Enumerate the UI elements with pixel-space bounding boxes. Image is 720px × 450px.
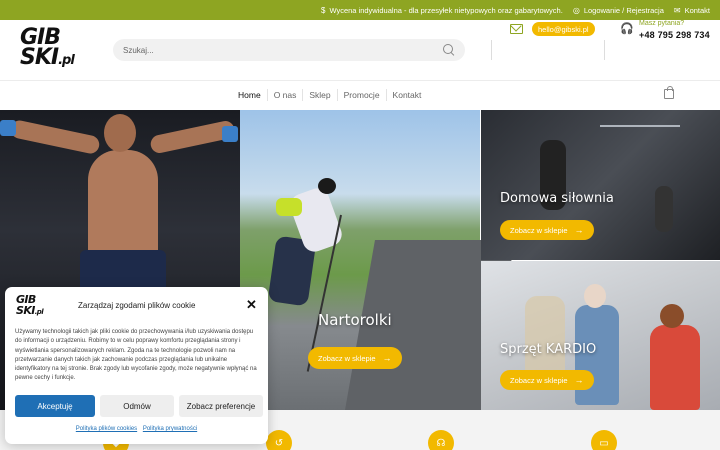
header: GIB SKI.pl <box>0 20 720 80</box>
arrow-right-icon: → <box>382 353 392 363</box>
cookie-links: Polityka plików cookies Polityka prywatn… <box>5 426 268 432</box>
skier-image <box>276 198 302 216</box>
search-bar <box>113 39 465 61</box>
logo-line-2: SKI.pl <box>20 45 90 71</box>
tile-title-kardio: Sprzęt KARDIO <box>500 342 597 357</box>
deny-button[interactable]: Odmów <box>100 395 174 417</box>
close-icon[interactable]: ✕ <box>246 298 257 311</box>
cookie-policy-link[interactable]: Polityka plików cookies <box>76 426 137 432</box>
cookie-logo: GIB SKI.pl <box>16 294 52 320</box>
main-nav: Home O nas Sklep Promocje Kontakt <box>232 87 427 103</box>
truck-icon: ▭ <box>591 430 617 450</box>
athlete-image <box>222 126 238 142</box>
kardio-shop-button[interactable]: Zobacz w sklepie → <box>500 370 594 390</box>
gym-image <box>655 186 673 232</box>
cookie-logo-line-2: SKI.pl <box>16 305 52 318</box>
header-divider <box>604 40 605 60</box>
phone-question: Masz pytania? <box>639 20 685 27</box>
kardio-image <box>584 284 606 308</box>
envelope-icon <box>510 24 523 34</box>
login-link[interactable]: ◎ Logowanie / Rejestracja <box>573 6 664 15</box>
cart-icon[interactable] <box>664 86 674 99</box>
kardio-image <box>650 325 700 410</box>
valuation-text: Wycena indywidualna - dla przesyłek niet… <box>329 5 563 15</box>
cookie-text: Używamy technologii takich jak pliki coo… <box>15 329 257 382</box>
button-label: Zobacz w sklepie <box>510 375 568 385</box>
button-label: Zobacz w sklepie <box>510 225 568 235</box>
athlete-image <box>88 150 158 260</box>
nav-item-promocje[interactable]: Promocje <box>336 89 386 101</box>
headset-icon: 🎧 <box>620 23 634 35</box>
cookie-logo-suffix: .pl <box>34 308 44 316</box>
header-divider <box>491 40 492 60</box>
gym-image <box>600 125 680 127</box>
nav-item-sklep[interactable]: Sklep <box>302 89 336 101</box>
skier-image <box>318 178 336 194</box>
search-input[interactable] <box>123 45 443 55</box>
email-link[interactable]: hello@gibski.pl <box>532 22 595 36</box>
preferences-button[interactable]: Zobacz preferencje <box>179 395 263 417</box>
tile-title-nartorolki: Nartorolki <box>318 311 392 329</box>
dollar-icon: $ <box>320 5 326 15</box>
nav-item-kontakt[interactable]: Kontakt <box>385 89 428 101</box>
nav-item-home[interactable]: Home <box>232 89 267 101</box>
arrow-right-icon: → <box>574 375 584 385</box>
nav-divider <box>0 80 720 81</box>
logo-line-2-text: SKI <box>20 45 59 70</box>
tile-title-domowa-silownia: Domowa siłownia <box>500 191 614 206</box>
athlete-image <box>104 114 136 152</box>
accept-button[interactable]: Akceptuję <box>15 395 95 417</box>
cookie-logo-line-2-text: SKI <box>16 304 35 317</box>
athlete-image <box>0 120 16 136</box>
search-icon[interactable] <box>443 44 455 56</box>
nav-item-o-nas[interactable]: O nas <box>266 89 303 101</box>
contact-link[interactable]: ✉ Kontakt <box>674 6 710 15</box>
privacy-policy-link[interactable]: Polityka prywatności <box>143 426 197 432</box>
site-logo[interactable]: GIB SKI.pl <box>20 27 90 74</box>
login-text: Logowanie / Rejestracja <box>583 5 664 15</box>
cookie-title: Zarządzaj zgodami plików cookie <box>78 301 196 310</box>
contact-text: Kontakt <box>684 5 710 15</box>
user-icon: ◎ <box>572 5 580 15</box>
top-bar: $ Wycena indywidualna - dla przesyłek ni… <box>0 0 720 20</box>
nartorolki-shop-button[interactable]: Zobacz w sklepie → <box>308 347 402 369</box>
arrow-right-icon: → <box>574 225 584 235</box>
cookie-consent-dialog: GIB SKI.pl Zarządzaj zgodami plików cook… <box>5 287 268 444</box>
valuation-info: $ Wycena indywidualna - dla przesyłek ni… <box>321 6 563 15</box>
logo-suffix: .pl <box>58 53 75 68</box>
return-icon: ↺ <box>266 430 292 450</box>
headset-icon: ☊ <box>428 430 454 450</box>
button-label: Zobacz w sklepie <box>318 353 376 363</box>
mail-icon: ✉ <box>673 5 681 15</box>
domowa-shop-button[interactable]: Zobacz w sklepie → <box>500 220 594 240</box>
kardio-image <box>660 304 684 328</box>
phone-number[interactable]: +48 795 298 734 <box>639 30 710 40</box>
